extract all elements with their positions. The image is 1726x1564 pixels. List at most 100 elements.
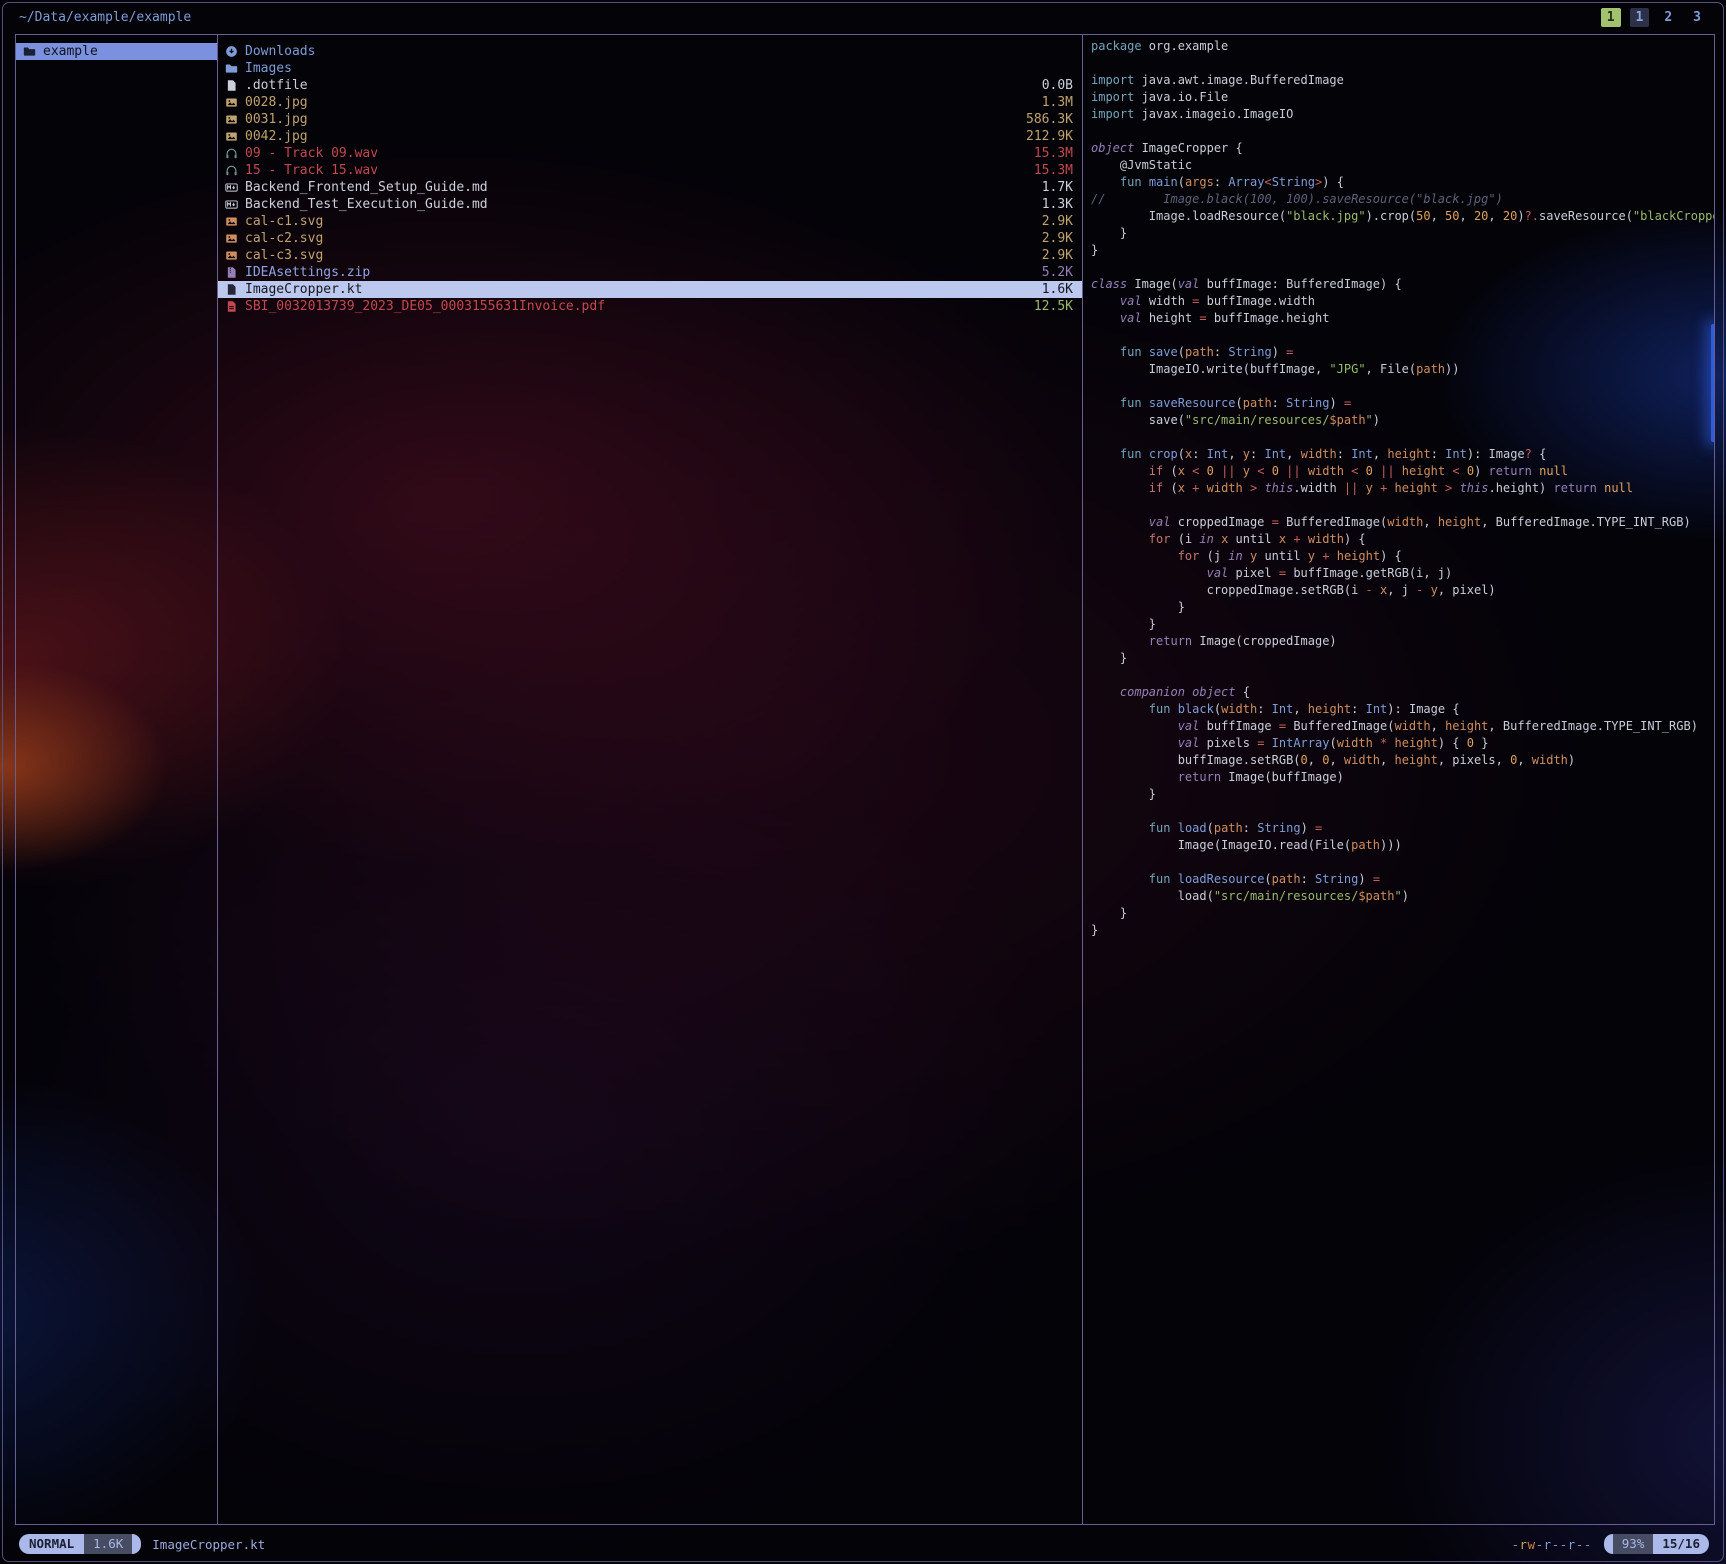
code-line: } (1091, 905, 1714, 922)
file-row[interactable]: Images (218, 60, 1082, 77)
file-name: cal-c3.svg (245, 247, 1035, 264)
code-line: fun black(width: Int, height: Int): Imag… (1091, 701, 1714, 718)
sidebar-row[interactable]: example (16, 43, 217, 60)
markdown-icon (225, 198, 238, 211)
file-name: 0042.jpg (245, 128, 1019, 145)
tab-4[interactable]: 3 (1687, 8, 1707, 27)
file-row[interactable]: ImageCropper.kt 1.6K (218, 281, 1082, 298)
file-row[interactable]: IDEAsettings.zip 5.2K (218, 264, 1082, 281)
file-size: 15.3M (1034, 145, 1073, 162)
file-size: 1.3K (1042, 196, 1073, 213)
pdf-icon (225, 300, 238, 313)
code-line: fun saveResource(path: String) = (1091, 395, 1714, 412)
current-filename: ImageCropper.kt (152, 1537, 265, 1552)
image-icon (225, 249, 238, 262)
code-line: package org.example (1091, 38, 1714, 55)
code-line (1091, 259, 1714, 276)
code-line: fun load(path: String) = (1091, 820, 1714, 837)
file-row[interactable]: 0031.jpg586.3K (218, 111, 1082, 128)
code-line: save("src/main/resources/$path") (1091, 412, 1714, 429)
code-line: val croppedImage = BufferedImage(width, … (1091, 514, 1714, 531)
tab-2-active[interactable]: 1 (1630, 8, 1650, 27)
scroll-percent: 93% (1613, 1534, 1654, 1554)
code-line (1091, 854, 1714, 871)
file-name: .dotfile (245, 77, 1035, 94)
code-line: if (x + width > this.width || y + height… (1091, 480, 1714, 497)
code-line: } (1091, 616, 1714, 633)
file-size: 1.7K (1042, 179, 1073, 196)
code-line: val pixel = buffImage.getRGB(i, j) (1091, 565, 1714, 582)
file-size: 212.9K (1026, 128, 1073, 145)
tab-3[interactable]: 2 (1658, 8, 1678, 27)
tab-1-green[interactable]: 1 (1601, 8, 1621, 27)
file-row[interactable]: cal-c1.svg2.9K (218, 213, 1082, 230)
cursor-position: 15/16 (1653, 1534, 1709, 1554)
file-row[interactable]: 15 - Track 15.wav 15.3M (218, 162, 1082, 179)
file-row[interactable]: cal-c3.svg2.9K (218, 247, 1082, 264)
code-line: load("src/main/resources/$path") (1091, 888, 1714, 905)
file-row[interactable]: 09 - Track 09.wav15.3M (218, 145, 1082, 162)
status-left: NORMAL 1.6K ImageCropper.kt (19, 1534, 265, 1554)
file-name: Backend_Frontend_Setup_Guide.md (245, 179, 1035, 196)
header-bar: ~/Data/example/example 1123 (19, 7, 1707, 28)
mode-badge: NORMAL (19, 1534, 84, 1554)
code-line (1091, 327, 1714, 344)
code-line: Image(ImageIO.read(File(path))) (1091, 837, 1714, 854)
sidebar-list: example (16, 35, 217, 60)
preview-scrollbar[interactable] (1711, 324, 1714, 442)
file-row[interactable]: Backend_Test_Execution_Guide.md 1.3K (218, 196, 1082, 213)
preview-pane: package org.example import java.awt.imag… (1083, 35, 1714, 1524)
image-icon (225, 232, 238, 245)
code-line: import javax.imageio.ImageIO (1091, 106, 1714, 123)
code-line (1091, 429, 1714, 446)
code-line: for (j in y until y + height) { (1091, 548, 1714, 565)
file-name: 15 - Track 15.wav (245, 162, 1027, 179)
file-name: ImageCropper.kt (245, 281, 1035, 298)
file-row[interactable]: 0028.jpg1.3M (218, 94, 1082, 111)
file-row[interactable]: cal-c2.svg2.9K (218, 230, 1082, 247)
code-line: return Image(croppedImage) (1091, 633, 1714, 650)
file-icon (225, 79, 238, 92)
file-name: Images (245, 60, 1073, 77)
code-line: fun save(path: String) = (1091, 344, 1714, 361)
code-line: Image.loadResource("black.jpg").crop(50,… (1091, 208, 1714, 225)
code-line: import java.awt.image.BufferedImage (1091, 72, 1714, 89)
download-icon (225, 45, 238, 58)
file-size: 2.9K (1042, 213, 1073, 230)
file-name: SBI_0032013739_2023_DE05_0003155631Invoi… (245, 298, 1027, 315)
file-size: 586.3K (1026, 111, 1073, 128)
file-row[interactable]: Backend_Frontend_Setup_Guide.md 1.7K (218, 179, 1082, 196)
file-size: 5.2K (1042, 264, 1073, 281)
status-right: -rw-r--r-- 93% 15/16 (1511, 1534, 1709, 1554)
code-line: } (1091, 599, 1714, 616)
pill-end-cap (132, 1534, 141, 1554)
folder-icon (225, 62, 238, 75)
code-line: import java.io.File (1091, 89, 1714, 106)
file-name: Backend_Test_Execution_Guide.md (245, 196, 1035, 213)
file-name: IDEAsettings.zip (245, 264, 1035, 281)
image-icon (225, 96, 238, 109)
code-line: return Image(buffImage) (1091, 769, 1714, 786)
file-name: Downloads (245, 43, 1073, 60)
file-row[interactable]: 0042.jpg 212.9K (218, 128, 1082, 145)
file-permissions: -rw-r--r-- (1511, 1537, 1591, 1552)
code-line: @JvmStatic (1091, 157, 1714, 174)
file-size: 15.3M (1034, 162, 1073, 179)
terminal-window: ~/Data/example/example 1123 example Down… (2, 2, 1724, 1562)
code-line: val buffImage = BufferedImage(width, hei… (1091, 718, 1714, 735)
code-line: fun crop(x: Int, y: Int, width: Int, hei… (1091, 446, 1714, 463)
file-size: 2.9K (1042, 230, 1073, 247)
file-row[interactable]: .dotfile0.0B (218, 77, 1082, 94)
code-line: buffImage.setRGB(0, 0, width, height, pi… (1091, 752, 1714, 769)
code-line: // Image.black(100, 100).saveResource("b… (1091, 191, 1714, 208)
code-line (1091, 667, 1714, 684)
file-size: 1.6K (1042, 281, 1073, 298)
code-line: fun loadResource(path: String) = (1091, 871, 1714, 888)
file-row[interactable]: Downloads (218, 43, 1082, 60)
code-line: } (1091, 225, 1714, 242)
file-size-badge: 1.6K (84, 1534, 132, 1554)
file-row[interactable]: SBI_0032013739_2023_DE05_0003155631Invoi… (218, 298, 1082, 315)
code-line: class Image(val buffImage: BufferedImage… (1091, 276, 1714, 293)
code-line: object ImageCropper { (1091, 140, 1714, 157)
status-bar: NORMAL 1.6K ImageCropper.kt -rw-r--r-- 9… (19, 1533, 1709, 1555)
